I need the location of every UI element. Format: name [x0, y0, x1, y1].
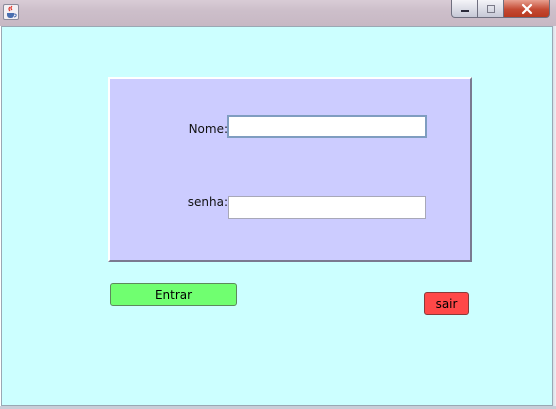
java-cup-icon[interactable] — [3, 4, 19, 20]
minimize-button[interactable] — [451, 0, 478, 18]
maximize-icon — [486, 4, 495, 13]
maximize-button[interactable] — [478, 0, 504, 18]
close-button[interactable] — [504, 0, 550, 18]
login-panel: Nome: senha: — [108, 77, 472, 262]
close-icon — [521, 3, 532, 14]
nome-input[interactable] — [227, 115, 427, 138]
entrar-button[interactable]: Entrar — [110, 283, 237, 306]
window-controls — [451, 0, 550, 18]
minimize-icon — [460, 9, 469, 12]
senha-label: senha: — [187, 195, 228, 209]
window-titlebar[interactable] — [0, 0, 556, 26]
senha-input[interactable] — [228, 196, 426, 219]
nome-label: Nome: — [188, 122, 228, 136]
sair-button[interactable]: sair — [424, 292, 469, 315]
